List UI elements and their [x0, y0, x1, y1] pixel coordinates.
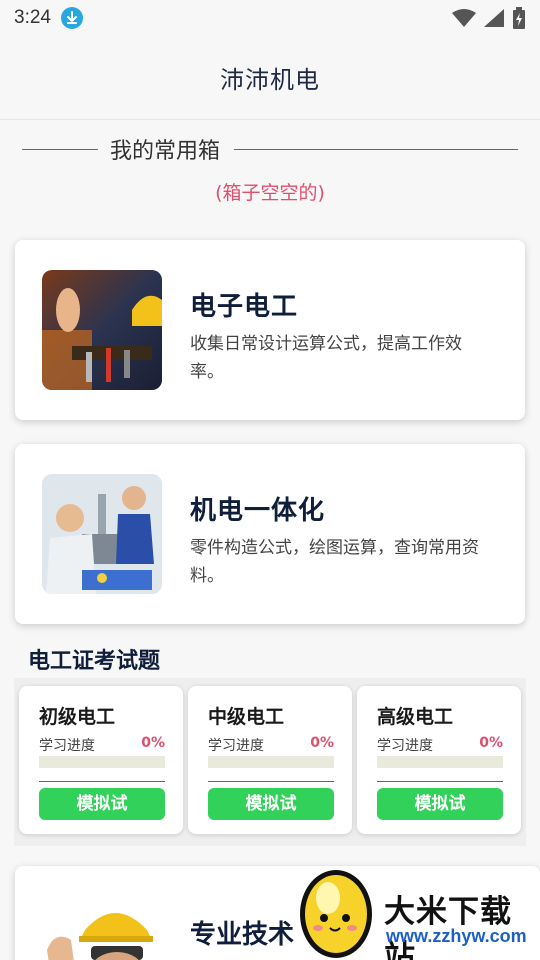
- exam-card-senior[interactable]: 高级电工 学习进度 0% 模拟试: [357, 686, 521, 834]
- wifi-icon: [452, 9, 476, 27]
- exam-card-intermediate[interactable]: 中级电工 学习进度 0% 模拟试: [188, 686, 352, 834]
- feature-title: 机电一体化: [190, 496, 326, 526]
- watermark-text: 大米下载站: [384, 894, 512, 960]
- mock-test-button[interactable]: 模拟试: [39, 788, 165, 820]
- divider-line-right: [234, 148, 518, 150]
- feature-card-mechatronics[interactable]: 机电一体化 零件构造公式，绘图运算，查询常用资料。: [15, 444, 525, 624]
- exam-level: 中级电工: [208, 706, 285, 728]
- feature-card-electrician[interactable]: 电子电工 收集日常设计运算公式，提高工作效率。: [15, 240, 525, 420]
- toolbox-empty-hint: (箱子空空的): [215, 182, 325, 204]
- progress-bar: [208, 756, 334, 768]
- progress-bar: [377, 756, 503, 768]
- mechatronics-workers-photo: [42, 474, 162, 594]
- electrician-tool-belt-photo: [42, 270, 162, 390]
- divider-line-left: [22, 148, 98, 150]
- battery-icon: [513, 7, 525, 29]
- exam-divider: [208, 781, 334, 782]
- feature-title: 电子电工: [190, 292, 299, 322]
- feature-title: 专业技术: [190, 920, 295, 950]
- progress-label: 学习进度: [39, 738, 95, 754]
- watermark: 大米下载站 www.zzhyw.com: [296, 864, 540, 960]
- hardhat-worker-photo: [35, 890, 165, 960]
- exam-level: 初级电工: [39, 706, 116, 728]
- app-header: 沛沛机电: [0, 36, 540, 120]
- exam-divider: [39, 781, 165, 782]
- mock-test-button[interactable]: 模拟试: [377, 788, 503, 820]
- status-time: 3:24: [14, 7, 51, 28]
- feature-description: 收集日常设计运算公式，提高工作效率。: [190, 334, 462, 382]
- status-bar: 3:24: [0, 0, 540, 36]
- progress-percent: 0%: [479, 735, 503, 751]
- progress-label: 学习进度: [377, 738, 433, 754]
- exam-card-junior[interactable]: 初级电工 学习进度 0% 模拟试: [19, 686, 183, 834]
- toolbox-title: 我的常用箱: [110, 139, 221, 164]
- exam-divider: [377, 781, 503, 782]
- progress-percent: 0%: [310, 735, 334, 751]
- mock-test-button[interactable]: 模拟试: [208, 788, 334, 820]
- feature-description: 零件构造公式，绘图运算，查询常用资料。: [190, 538, 479, 586]
- progress-percent: 0%: [141, 735, 165, 751]
- progress-bar: [39, 756, 165, 768]
- toolbox-divider: 我的常用箱: [22, 132, 518, 166]
- download-icon: [60, 7, 83, 29]
- progress-label: 学习进度: [208, 738, 264, 754]
- app-title: 沛沛机电: [220, 66, 320, 94]
- exam-level: 高级电工: [377, 706, 454, 728]
- watermark-url: www.zzhyw.com: [386, 926, 527, 946]
- signal-icon: [484, 9, 504, 27]
- exam-section-title: 电工证考试题: [28, 649, 161, 674]
- rice-mascot-logo: [300, 870, 372, 958]
